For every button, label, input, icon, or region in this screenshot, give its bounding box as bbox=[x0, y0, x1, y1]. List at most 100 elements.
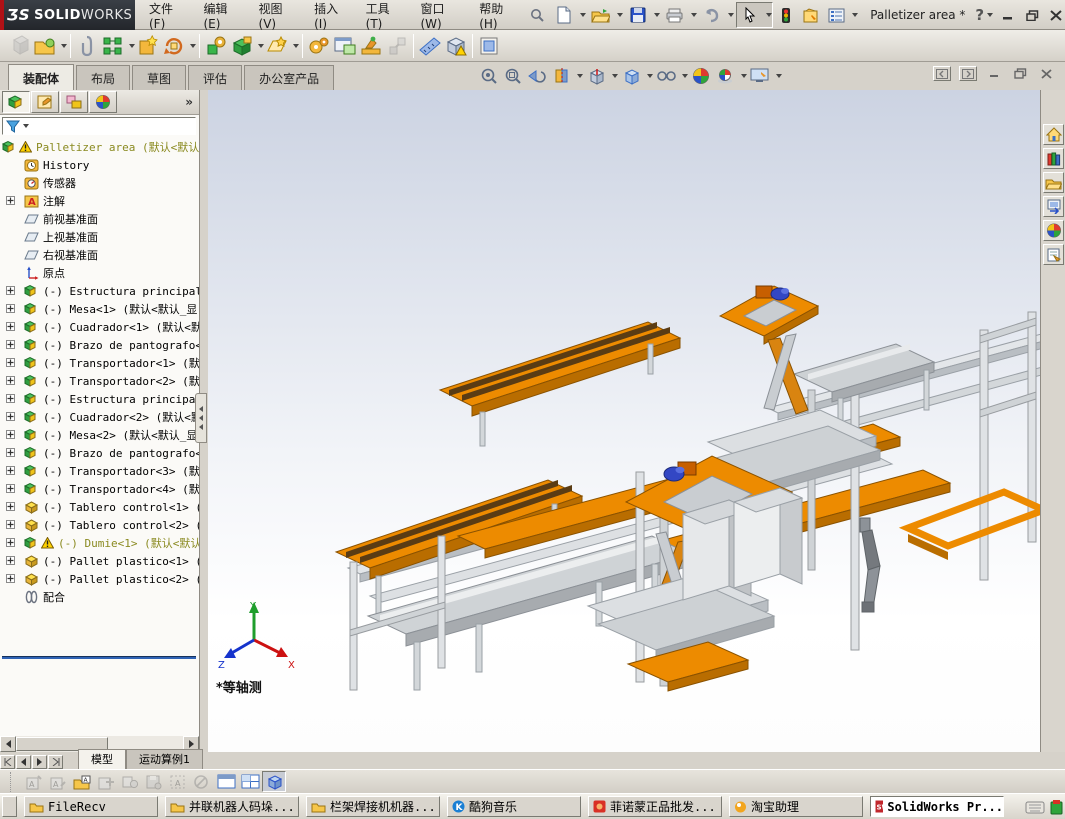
tree-item-component[interactable]: (-) Estructura principal<2 bbox=[0, 390, 199, 408]
expand-icon[interactable] bbox=[6, 502, 15, 511]
restore-button[interactable] bbox=[1023, 6, 1041, 24]
home-resources-icon[interactable] bbox=[1043, 124, 1064, 145]
expand-icon[interactable] bbox=[6, 304, 15, 313]
collapse-pane-left-icon[interactable] bbox=[933, 66, 951, 81]
design-library-icon[interactable] bbox=[1043, 148, 1064, 169]
save-dropdown-icon[interactable] bbox=[653, 13, 660, 17]
view-settings-icon[interactable] bbox=[749, 65, 771, 87]
tree-item-component[interactable]: (-) Transportador<3> (默认 bbox=[0, 462, 199, 480]
expand-icon[interactable] bbox=[6, 466, 15, 475]
taskbar-folder-2[interactable]: 并联机器人码垛... bbox=[165, 796, 299, 817]
expand-icon[interactable] bbox=[6, 430, 15, 439]
panel-splitter[interactable] bbox=[195, 90, 208, 752]
note-open-icon[interactable]: A bbox=[70, 771, 94, 792]
search-icon[interactable] bbox=[526, 3, 548, 27]
undo-button[interactable] bbox=[699, 3, 734, 27]
screen-capture-icon[interactable] bbox=[476, 33, 502, 59]
interference-detection-icon[interactable] bbox=[443, 33, 469, 59]
open-part-button[interactable] bbox=[32, 33, 67, 59]
apply-scene-dropdown-icon[interactable] bbox=[741, 74, 747, 78]
expand-icon[interactable] bbox=[6, 376, 15, 385]
tray-green-icon[interactable] bbox=[1050, 799, 1063, 815]
tab-evaluate[interactable]: 评估 bbox=[188, 65, 243, 90]
appearances-scenes-icon[interactable] bbox=[1043, 220, 1064, 241]
tree-item-dumie[interactable]: (-) Dumie<1> (默认<默认 bbox=[0, 534, 199, 552]
taskbar-kugou[interactable]: K 酷狗音乐 bbox=[447, 796, 581, 817]
tree-filter-box[interactable] bbox=[2, 117, 196, 135]
tree-item-component[interactable]: (-) Pallet plastico<1> (默 bbox=[0, 552, 199, 570]
graphics-viewport[interactable]: Y X Z *等轴测 bbox=[208, 90, 1065, 752]
collapse-pane-right-icon[interactable] bbox=[959, 66, 977, 81]
tree-item-mates[interactable]: 配合 bbox=[0, 588, 199, 606]
note-new-icon[interactable]: A bbox=[22, 771, 46, 792]
expand-icon[interactable] bbox=[6, 520, 15, 529]
expand-icon[interactable] bbox=[6, 556, 15, 565]
tree-item-component[interactable]: (-) Estructura principal<1 bbox=[0, 282, 199, 300]
new-document-button[interactable] bbox=[551, 3, 586, 27]
note-link-icon[interactable] bbox=[118, 771, 142, 792]
rollback-bar[interactable] bbox=[2, 656, 196, 659]
expand-icon[interactable] bbox=[6, 340, 15, 349]
tree-item-component[interactable]: (-) Brazo de pantografo<1 bbox=[0, 336, 199, 354]
expand-icon[interactable] bbox=[6, 322, 15, 331]
configuration-manager-tab[interactable] bbox=[60, 91, 88, 113]
note-edit-icon[interactable]: A bbox=[46, 771, 70, 792]
rebuild-traffic-light-icon[interactable] bbox=[775, 3, 797, 27]
first-tab-icon[interactable] bbox=[0, 755, 15, 769]
tree-item-component[interactable]: (-) Brazo de pantografo<2 bbox=[0, 444, 199, 462]
tree-item-component[interactable]: (-) Tablero control<2> (默 bbox=[0, 516, 199, 534]
view-orientation-dropdown-icon[interactable] bbox=[612, 74, 618, 78]
taskbar-solidworks[interactable]: SW SolidWorks Pr... bbox=[870, 796, 1004, 817]
edit-appearance-icon[interactable] bbox=[690, 65, 712, 87]
expand-icon[interactable] bbox=[6, 412, 15, 421]
panel-tabs-more[interactable]: » bbox=[185, 95, 193, 109]
tree-item-component[interactable]: (-) Mesa<1> (默认<默认_显 bbox=[0, 300, 199, 318]
filter-dropdown-icon[interactable] bbox=[23, 124, 29, 128]
help-dropdown-icon[interactable] bbox=[987, 13, 994, 17]
open-button[interactable] bbox=[588, 3, 623, 27]
tree-item-component[interactable]: (-) Mesa<2> (默认<默认_显 bbox=[0, 426, 199, 444]
tree-item-component[interactable]: (-) Cuadrador<2> (默认<默 bbox=[0, 408, 199, 426]
next-tab-icon[interactable] bbox=[32, 755, 47, 769]
doc-minimize-icon[interactable] bbox=[985, 66, 1003, 81]
options-button[interactable] bbox=[823, 3, 859, 27]
expand-icon[interactable] bbox=[6, 448, 15, 457]
last-tab-icon[interactable] bbox=[48, 755, 63, 769]
new-dropdown-icon[interactable] bbox=[579, 13, 586, 17]
tree-item-history[interactable]: History bbox=[0, 156, 199, 174]
motion-manager-icon[interactable] bbox=[358, 33, 384, 59]
expand-icon[interactable] bbox=[6, 358, 15, 367]
toolbar-grip[interactable] bbox=[10, 771, 16, 792]
rotate-component-button[interactable] bbox=[161, 33, 196, 59]
print-button[interactable] bbox=[662, 3, 697, 27]
display-style-dropdown-icon[interactable] bbox=[647, 74, 653, 78]
tab-motion-study-1[interactable]: 运动算例1 bbox=[126, 749, 203, 769]
tree-item-root[interactable]: Palletizer area (默认<默认 bbox=[0, 138, 199, 156]
close-button[interactable] bbox=[1047, 6, 1065, 24]
note-box-icon[interactable]: A bbox=[166, 771, 190, 792]
tab-assembly[interactable]: 装配体 bbox=[8, 64, 75, 90]
previous-view-icon[interactable] bbox=[526, 65, 548, 87]
save-button[interactable] bbox=[625, 3, 660, 27]
open-dropdown-icon[interactable] bbox=[616, 13, 623, 17]
reference-geometry-button[interactable] bbox=[264, 33, 299, 59]
doc-close-icon[interactable] bbox=[1037, 66, 1055, 81]
taskbar-mini-button[interactable] bbox=[2, 796, 17, 817]
tree-item-top-plane[interactable]: 上视基准面 bbox=[0, 228, 199, 246]
viewport-3d-model[interactable] bbox=[208, 90, 1065, 752]
input-method-keyboard-icon[interactable] bbox=[1025, 800, 1045, 814]
move-component-icon[interactable] bbox=[203, 33, 229, 59]
tab-model[interactable]: 模型 bbox=[78, 749, 126, 769]
scroll-left-icon[interactable] bbox=[0, 736, 16, 752]
expand-icon[interactable] bbox=[6, 286, 15, 295]
tab-office-products[interactable]: 办公室产品 bbox=[244, 65, 335, 90]
property-manager-tab[interactable] bbox=[31, 91, 59, 113]
rotate-dropdown-icon[interactable] bbox=[190, 43, 196, 48]
tree-item-component[interactable]: (-) Cuadrador<1> (默认<默 bbox=[0, 318, 199, 336]
section-dropdown-icon[interactable] bbox=[577, 74, 583, 78]
minimize-button[interactable] bbox=[999, 6, 1017, 24]
taskbar-folder-3[interactable]: 栏架焊接机机器... bbox=[306, 796, 440, 817]
hide-show-dropdown-icon[interactable] bbox=[682, 74, 688, 78]
tree-item-component[interactable]: (-) Pallet plastico<2> (默 bbox=[0, 570, 199, 588]
taskbar-feinuomeng[interactable]: 菲诺蒙正品批发... bbox=[588, 796, 722, 817]
